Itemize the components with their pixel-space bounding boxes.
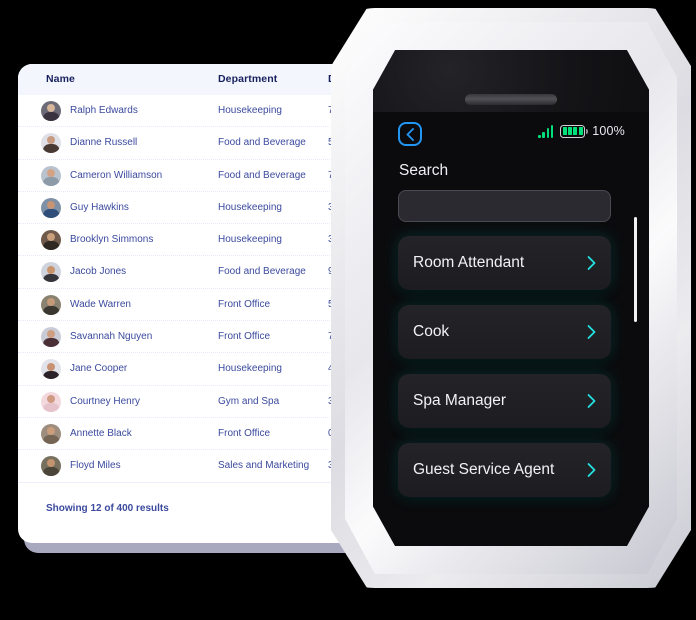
table-row[interactable]: Savannah NguyenFront Office7633 [18,321,380,354]
chevron-right-icon [587,463,596,477]
chevron-left-icon [406,127,414,141]
cell-name: Savannah Nguyen [70,331,153,343]
signal-bars-icon [538,124,554,138]
cell-name: Wade Warren [70,298,131,310]
avatar [41,101,61,121]
avatar [41,391,61,412]
role-list-item[interactable]: Cook [398,305,611,359]
table-body: Ralph EdwardsHousekeeping7426Dianne Russ… [18,95,380,483]
avatar [41,327,61,348]
cell-name: Guy Hawkins [70,201,129,213]
back-button[interactable] [398,122,422,146]
status-indicators: 100% [538,124,625,138]
battery-percent-label: 100% [592,124,625,138]
table-footer: Showing 12 of 400 results [18,481,380,543]
table-row[interactable]: Floyd MilesSales and Marketing3421 [18,450,380,483]
cell-name: Annette Black [70,427,132,439]
table-row[interactable]: Brooklyn SimmonsHousekeeping3545 [18,224,380,257]
role-list-item-label: Guest Service Agent [413,461,555,478]
cell-name: Dianne Russell [70,137,138,149]
cell-department: Food and Beverage [218,137,306,149]
cell-department: Housekeeping [218,234,282,246]
chevron-right-icon [587,256,596,270]
cell-department: Food and Beverage [218,266,306,278]
table-row[interactable]: Jane CooperHousekeeping4921 [18,353,380,386]
cell-department: Front Office [218,298,271,310]
chevron-right-icon [587,325,596,339]
role-list-item-label: Room Attendant [413,254,525,271]
table-row[interactable]: Wade WarrenFront Office5637 [18,289,380,322]
device-bezel-inner: 100% Search Room Attendant Cook Spa Manage… [345,22,677,574]
cell-department: Housekeeping [218,105,282,116]
table-row[interactable]: Courtney HenryGym and Spa3540 [18,386,380,418]
cell-name: Jacob Jones [70,266,127,278]
table-row[interactable]: Jacob JonesFood and Beverage9092 [18,256,380,289]
role-list-item-label: Spa Manager [413,392,507,409]
column-header-department[interactable]: Department [218,73,277,85]
role-list-item[interactable]: Guest Service Agent [398,443,611,497]
handheld-device-frame: 100% Search Room Attendant Cook Spa Manage… [331,8,691,588]
column-header-name[interactable]: Name [46,73,75,85]
search-input[interactable] [398,190,611,222]
avatar [41,423,61,444]
avatar [41,133,61,154]
cell-name: Floyd Miles [70,460,121,472]
role-list: Room Attendant Cook Spa Manager Guest Servi… [398,236,611,512]
avatar [41,165,61,186]
cell-department: Front Office [218,427,271,439]
avatar [41,294,61,315]
cell-department: Housekeeping [218,363,282,375]
device-screen: 100% Search Room Attendant Cook Spa Manage… [373,50,649,546]
cell-department: Food and Beverage [218,169,306,181]
employee-table-card: Name Department Devi Ralph Edwards Housek… [18,64,380,543]
cell-department: Sales and Marketing [218,460,310,472]
cell-name: Brooklyn Simmons [70,234,154,246]
cell-department: Front Office [218,331,271,343]
cell-name: Courtney Henry [70,395,141,407]
avatar [41,197,61,218]
speaker-grille [465,94,557,105]
role-list-item-label: Cook [413,323,450,340]
cell-department: Housekeeping [218,201,282,213]
cell-name: Ralph Edwards [70,105,138,116]
avatar [41,230,61,251]
chevron-right-icon [587,394,596,408]
table-row[interactable]: Annette BlackFront Office0384 [18,418,380,451]
status-bar: 100% [373,112,649,158]
results-count-label: Showing 12 of 400 results [46,503,169,514]
avatar [41,262,61,283]
device-app-ui: 100% Search Room Attendant Cook Spa Manage… [373,112,649,546]
search-label: Search [399,162,449,179]
vertical-scrollbar[interactable] [634,217,637,322]
avatar [41,456,61,477]
table-row[interactable]: Dianne RussellFood and Beverage5637 [18,127,380,160]
screenshot-root: Name Department Devi Ralph Edwards Housek… [0,0,696,620]
cell-name: Cameron Williamson [70,169,163,181]
table-row[interactable]: Ralph EdwardsHousekeeping7426 [18,95,380,128]
table-row[interactable]: Guy HawkinsHousekeeping3562 [18,192,380,225]
cell-name: Jane Cooper [70,363,128,375]
table-header-row: Name Department Devi [18,64,380,95]
cell-department: Gym and Spa [218,395,280,407]
avatar [41,359,61,380]
battery-full-icon [560,124,589,138]
table-row[interactable]: Cameron WilliamsonFood and Beverage7632 [18,160,380,192]
role-list-item[interactable]: Room Attendant [398,236,611,290]
role-list-item[interactable]: Spa Manager [398,374,611,428]
